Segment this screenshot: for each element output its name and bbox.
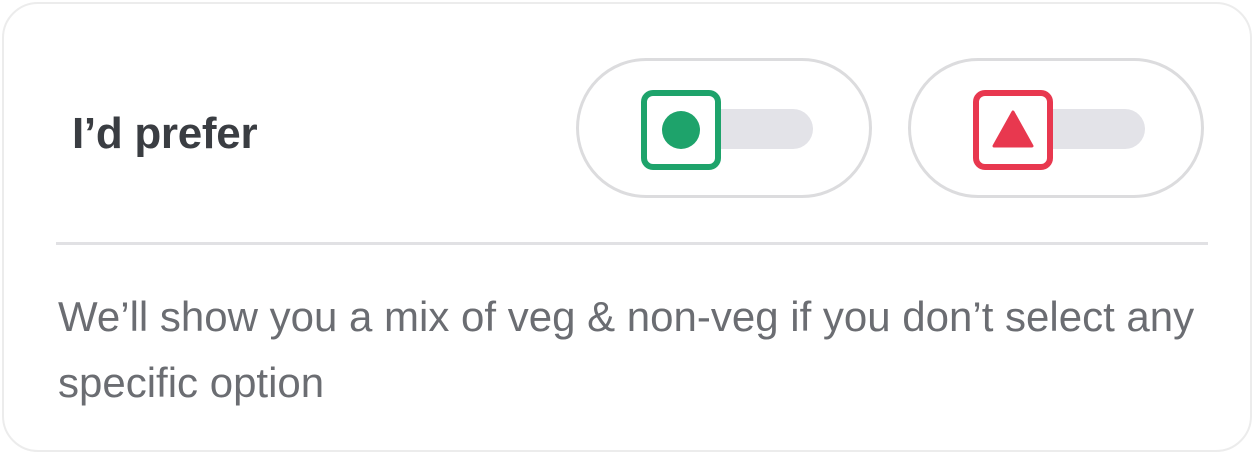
veg-toggle[interactable]: [576, 58, 872, 198]
preference-title: I’d prefer: [72, 109, 258, 158]
veg-toggle-knob[interactable]: [641, 90, 721, 170]
divider: [56, 242, 1208, 245]
non-veg-toggle[interactable]: [908, 58, 1204, 198]
preference-hint: We’ll show you a mix of veg & non-veg if…: [58, 293, 1195, 406]
veg-dot-icon: [662, 111, 700, 149]
non-veg-toggle-knob[interactable]: [973, 90, 1053, 170]
non-veg-triangle-icon: [992, 110, 1034, 148]
preference-card: I’d prefer We’ll show you a mix of veg &…: [2, 2, 1252, 452]
